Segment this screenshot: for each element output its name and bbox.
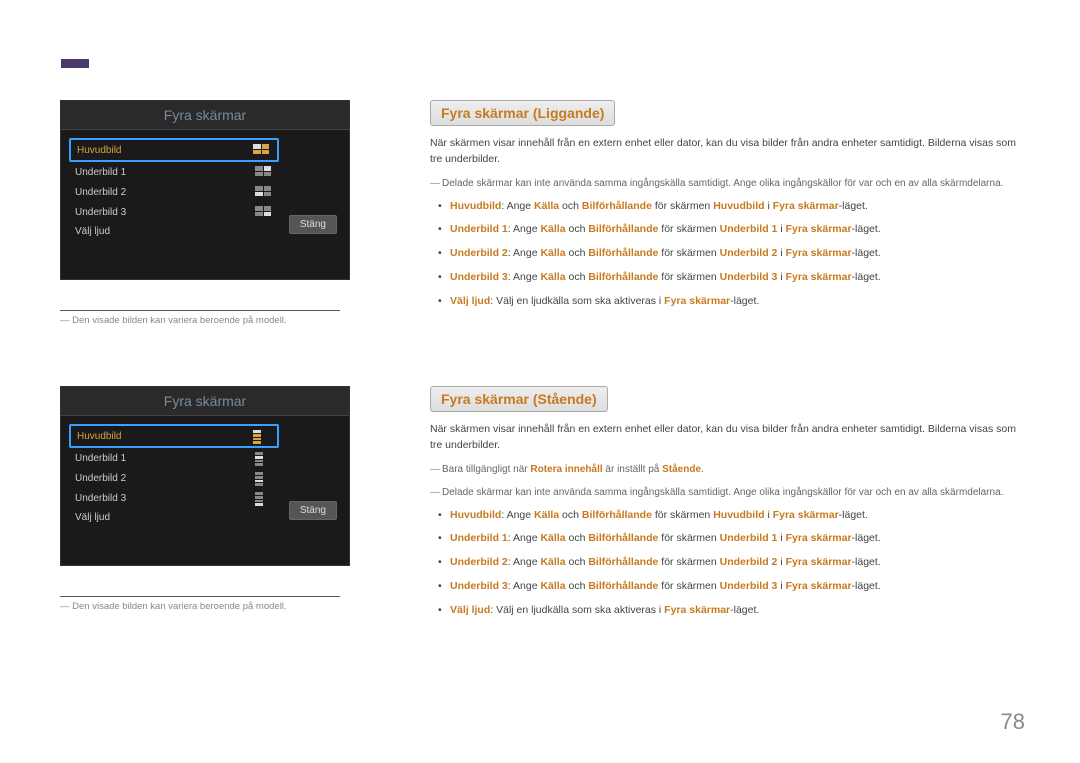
bullet-sub2: Underbild 2: Ange Källa och Bilförhållan… <box>450 246 1025 262</box>
bullet-audio: Välj ljud: Välj en ljudkälla som ska akt… <box>450 294 1025 310</box>
column-main-icon <box>253 430 271 442</box>
osd-close-button[interactable]: Stäng <box>289 215 337 234</box>
grid-sub1-icon <box>255 166 273 178</box>
page-number: 78 <box>1001 709 1025 735</box>
osd-item-sub1[interactable]: Underbild 1 <box>69 162 279 182</box>
osd-panel-landscape: Fyra skärmar Huvudbild Underbild 1 <box>60 100 350 280</box>
note-availability: Bara tillgängligt när Rotera innehåll är… <box>430 462 1025 477</box>
osd-item-audio[interactable]: Välj ljud <box>69 222 279 241</box>
bullet-sub3: Underbild 3: Ange Källa och Bilförhållan… <box>450 270 1025 286</box>
osd-title: Fyra skärmar <box>61 387 349 416</box>
osd-item-sub2[interactable]: Underbild 2 <box>69 468 279 488</box>
bullets-landscape: Huvudbild: Ange Källa och Bilförhållande… <box>430 199 1025 310</box>
bullet-sub1: Underbild 1: Ange Källa och Bilförhållan… <box>450 222 1025 238</box>
heading-landscape: Fyra skärmar (Liggande) <box>430 100 615 126</box>
column-sub1-icon <box>255 452 273 464</box>
column-sub2-icon <box>255 472 273 484</box>
bullet-main: Huvudbild: Ange Källa och Bilförhållande… <box>450 199 1025 215</box>
column-sub3-icon <box>255 492 273 504</box>
osd-item-main[interactable]: Huvudbild <box>69 424 279 448</box>
grid-main-icon <box>253 144 271 156</box>
osd-item-sub3[interactable]: Underbild 3 <box>69 488 279 508</box>
section-portrait: Fyra skärmar Huvudbild Underbild 1 <box>0 386 1080 626</box>
osd-title: Fyra skärmar <box>61 101 349 130</box>
intro-landscape: När skärmen visar innehåll från en exter… <box>430 136 1025 168</box>
osd-item-main[interactable]: Huvudbild <box>69 138 279 162</box>
osd-item-sub1[interactable]: Underbild 1 <box>69 448 279 468</box>
grid-sub3-icon <box>255 206 273 218</box>
note-portrait: Delade skärmar kan inte använda samma in… <box>430 485 1025 500</box>
note-landscape: Delade skärmar kan inte använda samma in… <box>430 176 1025 191</box>
grid-sub2-icon <box>255 186 273 198</box>
osd-item-sub2[interactable]: Underbild 2 <box>69 182 279 202</box>
page-tab <box>61 59 89 68</box>
bullets-portrait: Huvudbild: Ange Källa och Bilförhållande… <box>430 508 1025 619</box>
bullet-sub3: Underbild 3: Ange Källa och Bilförhållan… <box>450 579 1025 595</box>
osd-item-audio[interactable]: Välj ljud <box>69 508 279 527</box>
osd-panel-portrait: Fyra skärmar Huvudbild Underbild 1 <box>60 386 350 566</box>
intro-portrait: När skärmen visar innehåll från en exter… <box>430 422 1025 454</box>
bullet-sub2: Underbild 2: Ange Källa och Bilförhållan… <box>450 555 1025 571</box>
bullet-main: Huvudbild: Ange Källa och Bilförhållande… <box>450 508 1025 524</box>
bullet-audio: Välj ljud: Välj en ljudkälla som ska akt… <box>450 603 1025 619</box>
footnote-landscape: ― Den visade bilden kan variera beroende… <box>60 310 340 326</box>
bullet-sub1: Underbild 1: Ange Källa och Bilförhållan… <box>450 531 1025 547</box>
heading-portrait: Fyra skärmar (Stående) <box>430 386 608 412</box>
osd-item-sub3[interactable]: Underbild 3 <box>69 202 279 222</box>
footnote-portrait: ― Den visade bilden kan variera beroende… <box>60 596 340 612</box>
section-landscape: Fyra skärmar Huvudbild Underbild 1 <box>0 100 1080 326</box>
osd-close-button[interactable]: Stäng <box>289 501 337 520</box>
